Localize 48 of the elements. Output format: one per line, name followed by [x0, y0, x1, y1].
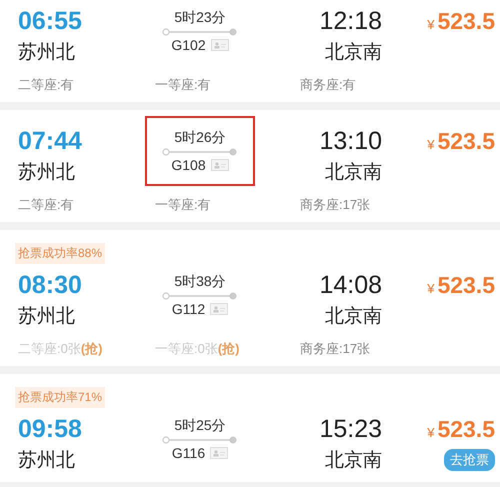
train-number: G102: [171, 37, 206, 53]
train-card[interactable]: 07:44 5时26分 G108 13:10 ¥523.5 苏州北 北京南 二等座:有 一等座:有 商务座:17张: [0, 110, 500, 222]
id-card-icon: [210, 303, 228, 315]
id-card-icon: [210, 159, 229, 171]
train-number: G108: [171, 157, 206, 173]
duration: 5时23分: [174, 9, 226, 27]
train-number: G112: [172, 301, 206, 317]
id-card-icon: [210, 39, 229, 51]
departure-time: 09:58: [18, 414, 83, 444]
arrival-station: 北京南: [324, 41, 382, 65]
route-line-icon: [162, 436, 238, 444]
arrival-station: 北京南: [324, 161, 382, 185]
arrival-time: 13:10: [318, 126, 382, 156]
duration: 5时38分: [174, 273, 226, 291]
seat-availability: 商务座:17张: [300, 340, 372, 358]
id-card-icon: [210, 447, 228, 459]
departure-time: 07:44: [18, 126, 83, 156]
seat-availability: 商务座:17张: [300, 196, 372, 214]
arrival-station: 北京南: [324, 449, 382, 473]
price: ¥523.5: [426, 128, 495, 154]
seat-availability: 商务座:有: [300, 76, 357, 94]
departure-time: 08:30: [18, 270, 83, 300]
arrival-station: 北京南: [324, 305, 382, 329]
duration: 5时25分: [174, 417, 226, 435]
departure-station: 苏州北: [18, 161, 76, 185]
price: ¥523.5: [426, 416, 495, 442]
arrival-time: 14:08: [318, 270, 382, 300]
seat-availability: 二等座:有: [18, 76, 75, 94]
seat-availability: 一等座:有: [155, 76, 212, 94]
departure-time: 06:55: [18, 6, 83, 36]
price: ¥523.5: [426, 272, 495, 298]
departure-station: 苏州北: [18, 449, 76, 473]
train-card[interactable]: 06:55 5时23分 G102 12:18 ¥523.5 苏州北 北京南 二等座:有 一等座:有 商务座:有: [0, 0, 500, 102]
arrival-time: 12:18: [318, 6, 382, 36]
duration: 5时26分: [174, 129, 226, 147]
train-number: G116: [172, 445, 206, 461]
success-rate-badge: 抢票成功率88%: [15, 243, 106, 264]
seat-availability: 一等座:有: [155, 196, 212, 214]
route-line-icon: [162, 292, 238, 300]
route-line-icon: [162, 28, 238, 36]
train-card[interactable]: 抢票成功率71% 09:58 5时25分 G116 15:23 ¥523.5 苏州北 北京南 去抢票: [0, 374, 500, 482]
departure-station: 苏州北: [18, 41, 76, 65]
route-line-icon: [162, 148, 238, 156]
seat-availability: 二等座:有: [18, 196, 75, 214]
departure-station: 苏州北: [18, 305, 76, 329]
price: ¥523.5: [426, 8, 495, 34]
success-rate-badge: 抢票成功率71%: [15, 387, 106, 408]
arrival-time: 15:23: [318, 414, 382, 444]
